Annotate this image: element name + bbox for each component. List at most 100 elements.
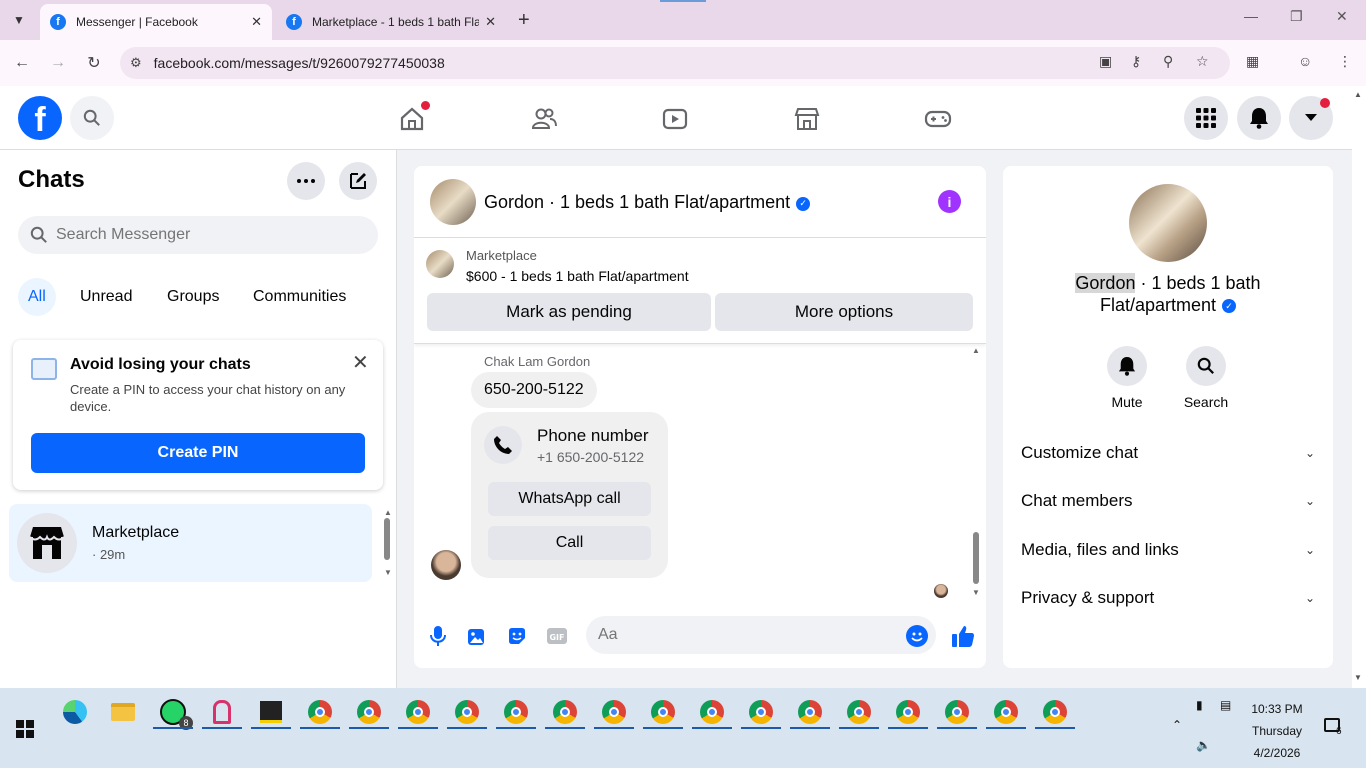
filter-all[interactable]: All — [18, 278, 56, 316]
snipping-tool-icon[interactable] — [206, 696, 238, 728]
chrome-icon[interactable] — [598, 696, 630, 728]
thumbs-up-icon[interactable] — [950, 624, 976, 648]
friends-icon[interactable] — [529, 104, 559, 134]
notifications-bell-icon[interactable] — [1237, 96, 1281, 140]
chat-header-title[interactable]: Gordon · 1 beds 1 bath Flat/apartment ✓ — [484, 192, 811, 213]
sticker-icon[interactable] — [505, 624, 529, 648]
chrome-icon[interactable] — [892, 696, 924, 728]
scroll-down-arrow-icon[interactable]: ▼ — [384, 568, 392, 577]
close-tab-icon[interactable]: ✕ — [251, 14, 262, 30]
conversation-item-marketplace[interactable]: Marketplace · 29m — [9, 504, 372, 582]
emoji-icon[interactable] — [906, 625, 928, 647]
show-hidden-icons-chevron-icon[interactable]: ⌃ — [1172, 718, 1182, 732]
chrome-icon[interactable] — [451, 696, 483, 728]
chrome-icon[interactable] — [500, 696, 532, 728]
page-scroll-up-icon[interactable]: ▲ — [1354, 90, 1362, 99]
chrome-icon[interactable] — [304, 696, 336, 728]
create-pin-button[interactable]: Create PIN — [31, 433, 365, 473]
menu-grid-icon[interactable] — [1184, 96, 1228, 140]
chrome-icon[interactable] — [794, 696, 826, 728]
account-menu-icon[interactable] — [1289, 96, 1333, 140]
gaming-icon[interactable] — [923, 104, 953, 134]
chrome-icon[interactable] — [353, 696, 385, 728]
chrome-icon[interactable] — [843, 696, 875, 728]
home-icon[interactable] — [397, 101, 430, 134]
bookmark-star-icon[interactable]: ☆ — [1196, 53, 1209, 70]
back-icon[interactable]: ← — [9, 50, 35, 76]
customize-chat-section[interactable]: Customize chat ⌄ — [1021, 438, 1315, 468]
volume-icon[interactable]: 🔈 — [1196, 738, 1211, 752]
sender-avatar[interactable] — [431, 550, 461, 580]
profile-icon[interactable]: ☺ — [1298, 53, 1312, 69]
more-options-button[interactable]: More options — [715, 293, 973, 331]
tab-search-dropdown-icon[interactable]: ▼ — [6, 8, 32, 32]
whatsapp-call-button[interactable]: WhatsApp call — [488, 482, 651, 516]
message-input-field[interactable] — [586, 616, 936, 654]
chrome-icon[interactable] — [941, 696, 973, 728]
photo-icon[interactable] — [465, 624, 489, 648]
chrome-icon[interactable] — [1039, 696, 1071, 728]
chrome-icon[interactable] — [402, 696, 434, 728]
scroll-down-arrow-icon[interactable]: ▼ — [972, 588, 980, 597]
file-explorer-icon[interactable] — [107, 696, 139, 728]
call-button[interactable]: Call — [488, 526, 651, 560]
new-tab-icon[interactable]: + — [518, 9, 530, 32]
listing-avatar[interactable] — [430, 179, 476, 225]
site-info-icon[interactable]: ⚙ — [130, 55, 142, 71]
minimize-icon[interactable]: — — [1244, 8, 1258, 24]
install-app-icon[interactable]: ▣ — [1099, 53, 1112, 70]
message-input[interactable] — [598, 626, 888, 644]
chrome-icon[interactable] — [990, 696, 1022, 728]
privacy-support-section[interactable]: Privacy & support ⌄ — [1021, 583, 1315, 613]
chats-scrollbar-thumb[interactable] — [384, 518, 390, 560]
listing-thumbnail[interactable] — [426, 250, 454, 278]
tab-marketplace[interactable]: f Marketplace - 1 beds 1 bath Flat/apart… — [276, 4, 506, 40]
media-files-links-section[interactable]: Media, files and links ⌄ — [1021, 535, 1315, 565]
browser-menu-icon[interactable]: ⋮ — [1338, 53, 1352, 70]
search-messenger-field[interactable] — [18, 216, 378, 254]
chats-options-icon[interactable] — [287, 162, 325, 200]
taskbar-clock[interactable]: 10:33 PM Thursday 4/2/2026 — [1240, 698, 1314, 764]
forward-icon[interactable]: → — [45, 50, 71, 76]
messages-scrollbar-thumb[interactable] — [973, 532, 979, 584]
page-scroll-down-icon[interactable]: ▼ — [1354, 673, 1362, 682]
filter-groups[interactable]: Groups — [157, 278, 229, 316]
microphone-icon[interactable] — [426, 624, 450, 648]
restore-icon[interactable]: ❐ — [1290, 8, 1303, 25]
close-icon[interactable]: ✕ — [352, 350, 369, 375]
scroll-up-arrow-icon[interactable]: ▲ — [384, 508, 392, 517]
chrome-icon[interactable] — [696, 696, 728, 728]
message-bubble[interactable]: 650-200-5122 — [471, 372, 597, 408]
listing-profile-photo[interactable] — [1129, 184, 1207, 262]
chrome-icon[interactable] — [549, 696, 581, 728]
mark-as-pending-button[interactable]: Mark as pending — [427, 293, 711, 331]
listing-price-title[interactable]: $600 - 1 beds 1 bath Flat/apartment — [466, 268, 689, 284]
gif-icon[interactable]: GIF — [545, 624, 569, 648]
reload-icon[interactable]: ↻ — [81, 50, 107, 76]
fb-search-icon[interactable] — [70, 96, 114, 140]
close-window-icon[interactable]: ✕ — [1336, 8, 1348, 25]
search-messenger-input[interactable] — [56, 226, 356, 244]
chat-members-section[interactable]: Chat members ⌄ — [1021, 486, 1315, 516]
chrome-icon[interactable] — [745, 696, 777, 728]
edge-icon[interactable] — [59, 696, 91, 728]
sticky-notes-icon[interactable] — [255, 696, 287, 728]
notification-center-icon[interactable]: 6 — [1324, 718, 1342, 737]
chrome-icon[interactable] — [647, 696, 679, 728]
network-icon[interactable]: ▤ — [1220, 698, 1231, 712]
search-action[interactable]: Search — [1176, 346, 1236, 410]
whatsapp-icon[interactable]: 8 — [157, 696, 193, 730]
filter-unread[interactable]: Unread — [70, 278, 142, 316]
battery-icon[interactable]: ▮ — [1196, 698, 1203, 712]
info-icon[interactable]: i — [938, 190, 961, 213]
tab-messenger[interactable]: f Messenger | Facebook ✕ — [40, 4, 272, 40]
password-key-icon[interactable]: ⚷ — [1131, 53, 1141, 70]
marketplace-icon[interactable] — [792, 104, 822, 134]
filter-communities[interactable]: Communities — [243, 278, 356, 316]
close-tab-icon[interactable]: ✕ — [485, 14, 496, 30]
video-icon[interactable] — [660, 104, 690, 134]
facebook-logo-icon[interactable]: f — [18, 96, 62, 140]
windows-start-icon[interactable] — [16, 720, 34, 738]
mute-action[interactable]: Mute — [1097, 346, 1157, 410]
scroll-up-arrow-icon[interactable]: ▲ — [972, 346, 980, 355]
